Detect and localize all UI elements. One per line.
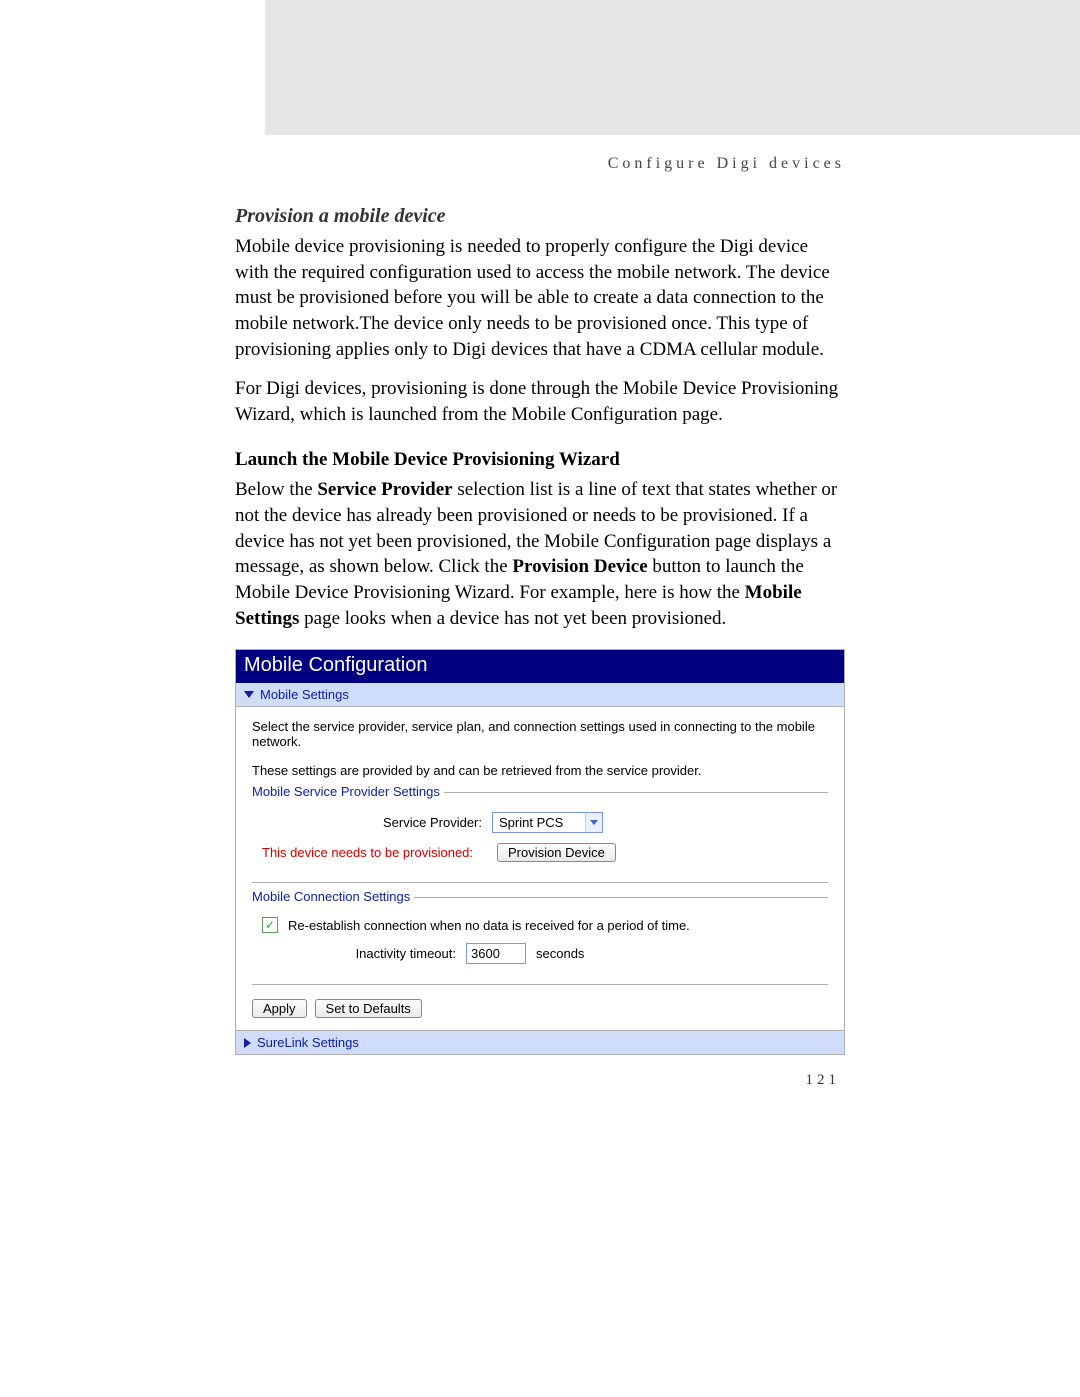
section-surelink-settings[interactable]: SureLink Settings	[236, 1030, 844, 1054]
chevron-down-icon	[590, 820, 598, 825]
set-defaults-button[interactable]: Set to Defaults	[315, 999, 422, 1018]
fieldset-service-provider: Mobile Service Provider Settings Service…	[252, 792, 828, 883]
section-title: Provision a mobile device	[235, 205, 845, 228]
subheading-launch-wizard: Launch the Mobile Device Provisioning Wi…	[235, 449, 845, 471]
inactivity-timeout-input[interactable]	[466, 943, 526, 964]
fieldset-connection-settings: Mobile Connection Settings ✓ Re-establis…	[252, 897, 828, 985]
chevron-right-icon	[244, 1038, 251, 1048]
body-paragraph-1: Mobile device provisioning is needed to …	[235, 234, 845, 362]
section-mobile-settings[interactable]: Mobile Settings	[236, 683, 844, 707]
intro-text-1: Select the service provider, service pla…	[252, 719, 828, 749]
page-number: 121	[806, 1072, 841, 1089]
body-paragraph-3: Below the Service Provider selection lis…	[235, 477, 845, 631]
panel-title: Mobile Configuration	[236, 650, 844, 683]
chevron-down-icon	[244, 691, 254, 698]
service-provider-label: Service Provider:	[262, 815, 482, 830]
header-band	[265, 0, 1080, 135]
mobile-configuration-panel: Mobile Configuration Mobile Settings Sel…	[235, 649, 845, 1055]
check-icon: ✓	[265, 919, 275, 931]
fieldset-legend-provider: Mobile Service Provider Settings	[252, 784, 444, 799]
seconds-label: seconds	[536, 946, 584, 961]
section-label: Mobile Settings	[260, 687, 349, 702]
running-head: Configure Digi devices	[608, 155, 845, 173]
service-provider-select[interactable]	[492, 812, 603, 833]
dropdown-button[interactable]	[585, 813, 602, 832]
body-paragraph-2: For Digi devices, provisioning is done t…	[235, 376, 845, 427]
section-label: SureLink Settings	[257, 1035, 359, 1050]
reestablish-label: Re-establish connection when no data is …	[288, 918, 690, 933]
fieldset-legend-connection: Mobile Connection Settings	[252, 889, 414, 904]
service-provider-value[interactable]	[493, 813, 585, 832]
intro-text-2: These settings are provided by and can b…	[252, 763, 828, 778]
reestablish-checkbox[interactable]: ✓	[262, 917, 278, 933]
provision-warning: This device needs to be provisioned:	[262, 845, 473, 860]
inactivity-label: Inactivity timeout:	[286, 946, 456, 961]
provision-device-button[interactable]: Provision Device	[497, 843, 616, 862]
mobile-settings-body: Select the service provider, service pla…	[236, 707, 844, 1030]
apply-button[interactable]: Apply	[252, 999, 307, 1018]
